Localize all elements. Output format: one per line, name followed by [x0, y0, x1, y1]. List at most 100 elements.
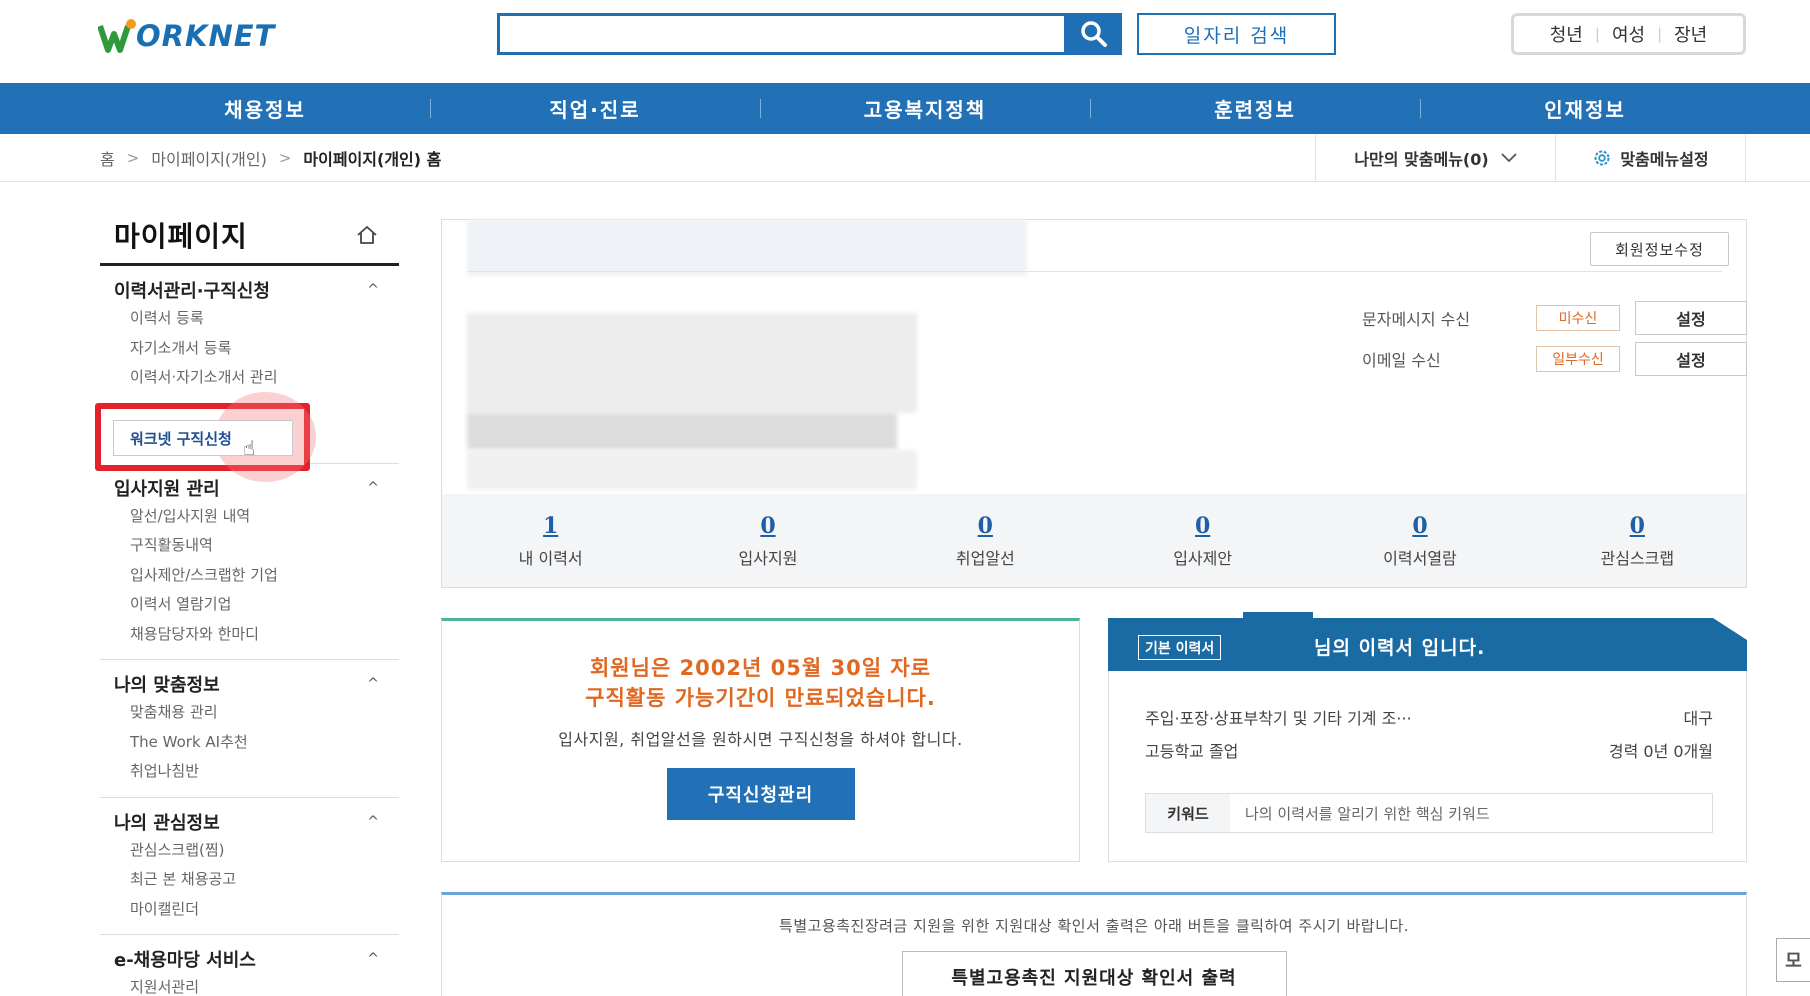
basic-resume-badge: 기본 이력서: [1138, 635, 1222, 660]
resume-education: 고등학교 졸업: [1145, 742, 1239, 761]
stat-offers[interactable]: 0 입사제안: [1094, 494, 1311, 587]
job-search-button[interactable]: 일자리 검색: [1137, 13, 1336, 55]
special-employment-text: 특별고용촉진장려금 지원을 위한 지원대상 확인서 출력은 아래 버튼을 클릭하…: [779, 917, 1409, 935]
home-icon[interactable]: [355, 224, 379, 246]
sidebar-item[interactable]: 채용담당자와 한마디: [100, 620, 399, 650]
edit-member-info-button[interactable]: 회원정보수정: [1590, 232, 1729, 266]
sms-pref-label: 문자메시지 수신: [1362, 310, 1471, 329]
stat-value[interactable]: 0: [978, 513, 993, 539]
stat-value[interactable]: 0: [1630, 513, 1645, 539]
gnb-item-training[interactable]: 훈련정보: [1090, 83, 1420, 134]
stat-label: 내 이력서: [518, 548, 583, 568]
stat-resume-views[interactable]: 0 이력서열람: [1311, 494, 1528, 587]
age-link-women[interactable]: 여성: [1612, 21, 1645, 47]
sidebar-item[interactable]: 구직활동내역: [100, 531, 399, 561]
gnb-item-jobs[interactable]: 채용정보: [100, 83, 430, 134]
sidebar-item[interactable]: 입사제안/스크랩한 기업: [100, 561, 399, 591]
breadcrumb-bar: 홈 > 마이페이지(개인) > 마이페이지(개인) 홈 나만의 맞춤메뉴(0) …: [0, 134, 1810, 182]
my-custom-menu-dropdown[interactable]: 나만의 맞춤메뉴(0): [1315, 134, 1555, 181]
logo-text: ORKNET: [136, 19, 276, 53]
sidebar-item[interactable]: 마이캘린더: [100, 895, 399, 925]
custom-menu-settings-button[interactable]: 맞춤메뉴설정: [1555, 134, 1746, 181]
resume-card-title[interactable]: 님의 이력서 입니다.: [1314, 633, 1485, 660]
breadcrumb-arrow: >: [126, 149, 140, 167]
sidebar-item[interactable]: 이력서 열람기업: [100, 590, 399, 620]
blurred-user-info: [467, 313, 917, 413]
sms-status-badge: 미수신: [1536, 305, 1620, 331]
job-application-manage-button[interactable]: 구직신청관리: [666, 768, 855, 820]
resume-edu-row: 고등학교 졸업 경력 0년 0개월: [1145, 738, 1713, 762]
gnb-item-talent[interactable]: 인재정보: [1420, 83, 1750, 134]
stat-label: 관심스크랩: [1600, 548, 1675, 568]
sidebar-item[interactable]: 지원서관리: [100, 973, 399, 996]
sidebar-item[interactable]: 알선/입사지원 내역: [100, 502, 399, 532]
sidebar-item[interactable]: The Work AI추천: [100, 728, 399, 758]
age-link-senior[interactable]: 장년: [1674, 21, 1707, 47]
resume-job: 주입·포장·상표부착기 및 기타 기계 조···: [1145, 709, 1412, 728]
search-button[interactable]: [1066, 13, 1122, 55]
chevron-down-icon: [1501, 152, 1517, 162]
gnb-item-welfare[interactable]: 고용복지정책: [760, 83, 1090, 134]
site-header: ORKNET 일자리 검색 청년 | 여성 | 장년: [0, 0, 1810, 83]
stat-placements[interactable]: 0 취업알선: [877, 494, 1094, 587]
breadcrumb-home[interactable]: 홈: [100, 146, 115, 170]
keyword-field[interactable]: 키워드 나의 이력서를 알리기 위한 핵심 키워드: [1145, 793, 1713, 833]
gear-icon: [1594, 150, 1610, 165]
stat-label: 이력서열람: [1383, 548, 1457, 568]
special-employment-section: 특별고용촉진장려금 지원을 위한 지원대상 확인서 출력은 아래 버튼을 클릭하…: [441, 892, 1747, 996]
sidebar-group-header[interactable]: e-채용마당 서비스 ^: [100, 945, 399, 973]
sidebar-item[interactable]: 관심스크랩(찜): [100, 836, 399, 866]
stat-value[interactable]: 0: [1412, 513, 1427, 539]
basic-resume-card: 기본 이력서 님의 이력서 입니다. 주입·포장·상표부착기 및 기타 기계 조…: [1108, 612, 1747, 862]
global-nav: 채용정보 직업·진로 고용복지정책 훈련정보 인재정보: [0, 83, 1810, 134]
resume-card-fold: [1713, 618, 1747, 640]
sidebar-title-text: 마이페이지: [114, 219, 248, 253]
separator: |: [1657, 25, 1663, 43]
stat-value[interactable]: 0: [1195, 513, 1210, 539]
breadcrumb-mypage[interactable]: 마이페이지(개인): [151, 146, 267, 170]
sidebar-item[interactable]: 맞춤채용 관리: [100, 698, 399, 728]
stat-applications[interactable]: 0 입사지원: [659, 494, 876, 587]
blurred-user-info: [467, 413, 897, 450]
floating-side-button[interactable]: 모: [1776, 938, 1810, 982]
stat-label: 입사제안: [1173, 548, 1233, 568]
sidebar-group-title: 입사지원 관리: [114, 478, 220, 500]
sidebar-item[interactable]: 이력서 등록: [100, 304, 399, 334]
sidebar-group-interest: 나의 관심정보 ^ 관심스크랩(찜) 최근 본 채용공고 마이캘린더: [100, 798, 399, 935]
job-seeking-expired-notice: 회원님은 2002년 05월 30일 자로 구직활동 가능기간이 만료되었습니다…: [441, 618, 1080, 862]
sidebar-item-job-application[interactable]: 워크넷 구직신청: [113, 420, 293, 456]
email-pref-row: 이메일 수신 일부수신 설정: [1362, 342, 1747, 376]
age-link-youth[interactable]: 청년: [1550, 21, 1583, 47]
gnb-item-career[interactable]: 직업·진로: [430, 83, 760, 134]
sidebar-title: 마이페이지: [100, 206, 399, 266]
sidebar-group-header[interactable]: 이력서관리·구직신청 ^: [100, 276, 399, 304]
divider: [467, 271, 1722, 272]
resume-region: 대구: [1683, 709, 1713, 728]
notice-headline: 구직활동 가능기간이 만료되었습니다.: [585, 686, 936, 710]
sidebar-item[interactable]: 자기소개서 등록: [100, 334, 399, 364]
stat-value[interactable]: 1: [543, 513, 558, 539]
sidebar-item[interactable]: 이력서·자기소개서 관리: [100, 363, 399, 393]
sidebar-group-title: 나의 관심정보: [114, 812, 220, 834]
search-input[interactable]: [497, 13, 1067, 55]
sms-settings-button[interactable]: 설정: [1635, 301, 1747, 335]
sidebar-group-title: 나의 맞춤정보: [114, 675, 220, 696]
stat-scraps[interactable]: 0 관심스크랩: [1529, 494, 1746, 587]
worknet-logo[interactable]: ORKNET: [97, 16, 276, 56]
chevron-up-icon: ^: [367, 813, 379, 830]
sms-pref-row: 문자메시지 수신 미수신 설정: [1362, 301, 1747, 335]
stat-my-resume[interactable]: 1 내 이력서: [442, 494, 659, 587]
blurred-user-name: [467, 220, 1027, 276]
notice-headline: 회원님은 2002년 05월 30일 자로: [589, 656, 932, 680]
sidebar-item[interactable]: 취업나침반: [100, 757, 399, 787]
stat-value[interactable]: 0: [760, 513, 775, 539]
email-settings-button[interactable]: 설정: [1635, 342, 1747, 376]
sidebar-group-header[interactable]: 나의 맞춤정보 ^: [100, 670, 399, 698]
sidebar-group-title: e-채용마당 서비스: [114, 950, 256, 971]
sidebar: 마이페이지 이력서관리·구직신청 ^ 이력서 등록 자기소개서 등록 이력서·자…: [100, 206, 399, 996]
resume-card-tab: [1243, 612, 1313, 620]
sidebar-group-header[interactable]: 나의 관심정보 ^: [100, 808, 399, 836]
separator: |: [1594, 25, 1600, 43]
print-certificate-button[interactable]: 특별고용촉진 지원대상 확인서 출력: [901, 951, 1287, 996]
sidebar-item[interactable]: 최근 본 채용공고: [100, 865, 399, 895]
